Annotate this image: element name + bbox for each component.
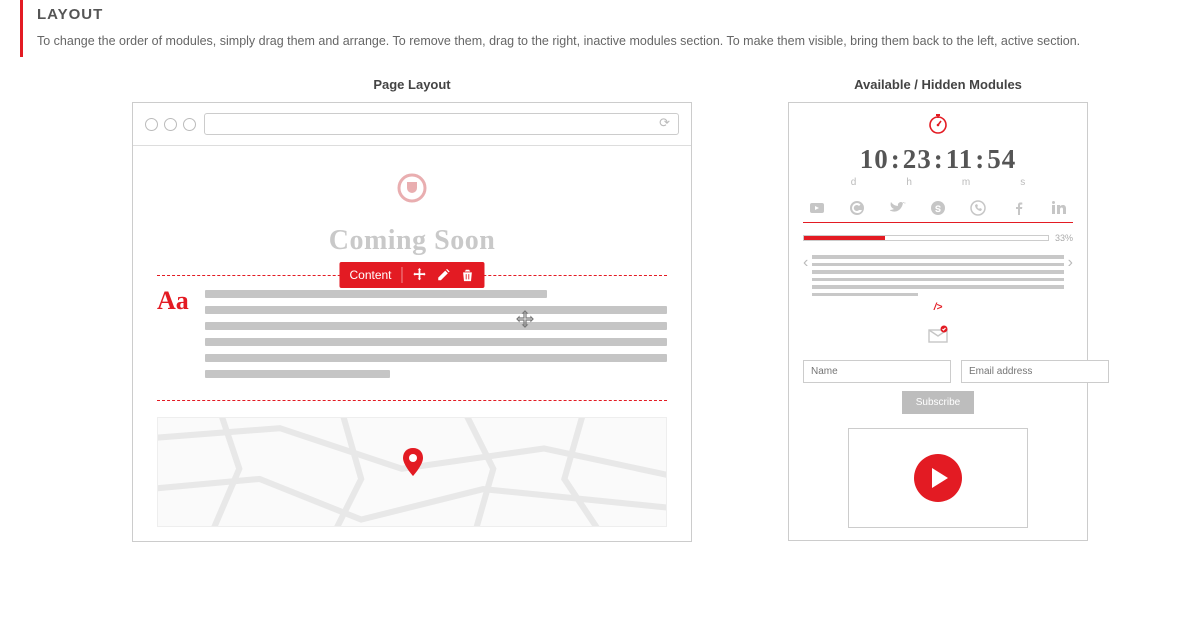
browser-chrome bbox=[133, 103, 691, 146]
drag-cursor-icon bbox=[515, 310, 535, 335]
page-layout-title: Page Layout bbox=[132, 77, 692, 92]
page-layout-preview: Coming Soon Content Aa bbox=[132, 102, 692, 542]
content-module[interactable]: Content Aa bbox=[157, 275, 667, 401]
name-field[interactable] bbox=[803, 360, 951, 383]
text-tag-indicator: /> bbox=[803, 302, 1073, 313]
section-header: LAYOUT To change the order of modules, s… bbox=[20, 0, 1180, 57]
map-module[interactable] bbox=[157, 417, 667, 531]
stopwatch-icon bbox=[803, 113, 1073, 140]
hidden-modules-panel: 10:23:11:54 d h m s bbox=[788, 102, 1088, 541]
content-text-placeholder bbox=[205, 290, 667, 386]
social-module[interactable] bbox=[809, 200, 1067, 216]
countdown-module[interactable]: 10:23:11:54 d h m s bbox=[803, 113, 1073, 188]
hidden-modules-title: Available / Hidden Modules bbox=[788, 77, 1088, 92]
skype-icon[interactable] bbox=[930, 200, 946, 216]
subscribe-module[interactable]: Subscribe bbox=[803, 323, 1073, 414]
chevron-right-icon: › bbox=[1068, 255, 1073, 271]
edit-icon[interactable] bbox=[437, 268, 451, 282]
section-description: To change the order of modules, simply d… bbox=[37, 31, 1180, 51]
facebook-icon[interactable] bbox=[1011, 200, 1027, 216]
video-module[interactable] bbox=[848, 428, 1028, 528]
youtube-icon[interactable] bbox=[809, 200, 825, 216]
typography-icon: Aa bbox=[157, 286, 189, 316]
countdown-display: 10:23:11:54 bbox=[803, 144, 1073, 175]
module-toolbar: Content bbox=[339, 262, 484, 288]
url-bar bbox=[204, 113, 679, 135]
chevron-left-icon: ‹ bbox=[803, 255, 808, 271]
section-title: LAYOUT bbox=[37, 6, 1180, 23]
linkedin-icon[interactable] bbox=[1051, 200, 1067, 216]
module-label: Content bbox=[349, 268, 391, 282]
twitter-icon[interactable] bbox=[890, 200, 906, 216]
play-icon[interactable] bbox=[914, 454, 962, 502]
google-icon[interactable] bbox=[849, 200, 865, 216]
progress-module[interactable]: 33% bbox=[803, 233, 1073, 243]
envelope-icon bbox=[803, 323, 1073, 350]
countdown-labels: d h m s bbox=[803, 177, 1073, 188]
progress-percent: 33% bbox=[1055, 233, 1073, 243]
window-dots bbox=[145, 118, 196, 131]
coming-soon-title: Coming Soon bbox=[157, 225, 667, 257]
subscribe-button[interactable]: Subscribe bbox=[902, 391, 974, 414]
whatsapp-icon[interactable] bbox=[970, 200, 986, 216]
text-module[interactable]: ‹ › /> bbox=[803, 255, 1073, 313]
brand-logo bbox=[157, 172, 667, 209]
delete-icon[interactable] bbox=[461, 268, 475, 282]
map-pin-icon bbox=[402, 448, 424, 481]
move-icon[interactable] bbox=[413, 268, 427, 282]
email-field[interactable] bbox=[961, 360, 1109, 383]
